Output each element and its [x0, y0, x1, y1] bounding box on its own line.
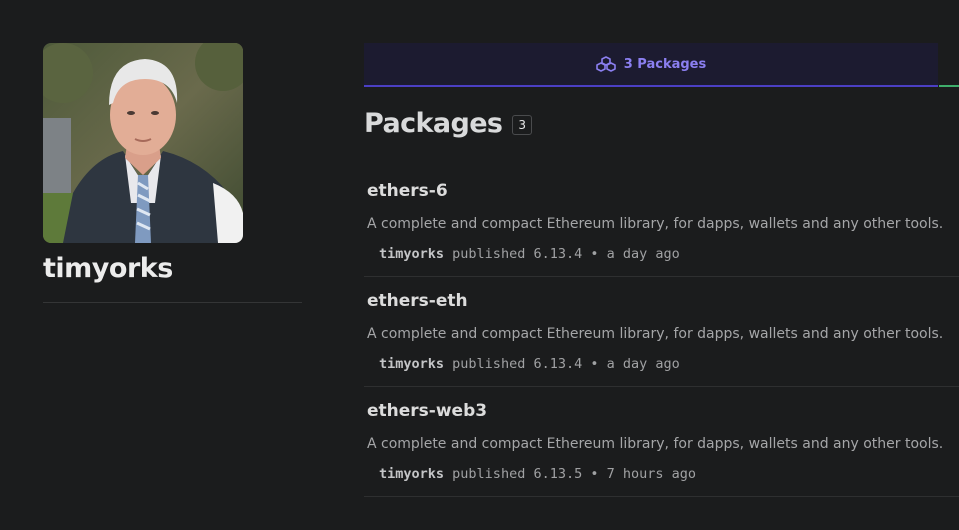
avatar [43, 43, 243, 243]
tab-accent-line [939, 85, 959, 87]
profile-page: timyorks 3 Packages Packages 3 ethers-6 … [0, 0, 959, 530]
username: timyorks [43, 253, 173, 284]
package-meta: timyorks published 6.13.5 • 7 hours ago [379, 466, 696, 482]
tab-packages[interactable]: 3 Packages [364, 43, 938, 87]
packages-header: Packages 3 [364, 108, 533, 139]
package-item: ethers-6 A complete and compact Ethereum… [364, 167, 959, 277]
publish-info: published 6.13.4 • a day ago [452, 356, 680, 372]
package-item: ethers-web3 A complete and compact Ether… [364, 387, 959, 497]
package-name-link[interactable]: ethers-eth [367, 291, 468, 311]
package-meta: timyorks published 6.13.4 • a day ago [379, 356, 680, 372]
author-link[interactable]: timyorks [379, 466, 444, 482]
package-description: A complete and compact Ethereum library,… [367, 436, 944, 452]
package-meta: timyorks published 6.13.4 • a day ago [379, 246, 680, 262]
publish-info: published 6.13.5 • 7 hours ago [452, 466, 697, 482]
count-badge: 3 [512, 115, 533, 135]
author-link[interactable]: timyorks [379, 246, 444, 262]
package-list: ethers-6 A complete and compact Ethereum… [364, 167, 959, 497]
package-name-link[interactable]: ethers-web3 [367, 401, 487, 421]
author-link[interactable]: timyorks [379, 356, 444, 372]
divider [43, 302, 302, 303]
tab-label: 3 Packages [623, 56, 707, 72]
publish-info: published 6.13.4 • a day ago [452, 246, 680, 262]
section-title: Packages [364, 108, 503, 139]
package-name-link[interactable]: ethers-6 [367, 181, 448, 201]
packages-icon [595, 56, 616, 72]
package-description: A complete and compact Ethereum library,… [367, 326, 944, 342]
package-item: ethers-eth A complete and compact Ethere… [364, 277, 959, 387]
package-description: A complete and compact Ethereum library,… [367, 216, 944, 232]
profile-sidebar: timyorks [43, 43, 302, 303]
